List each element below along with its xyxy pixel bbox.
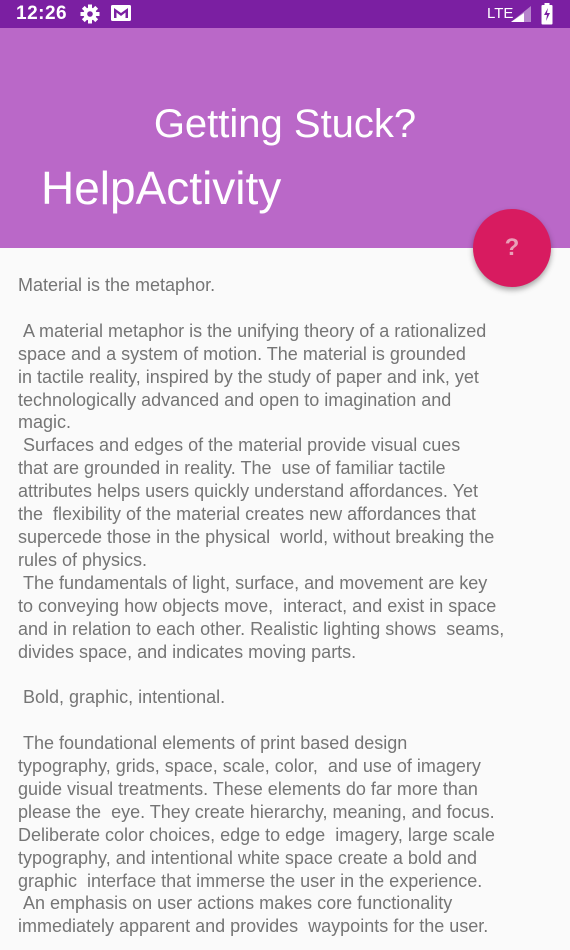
mail-icon bbox=[110, 4, 132, 22]
status-bar: 12:26 LTE bbox=[0, 0, 570, 28]
toolbar-title: Getting Stuck? bbox=[153, 102, 417, 146]
activity-title: HelpActivity bbox=[41, 162, 282, 214]
help-screen: 12:26 LTE Getting Stuck? HelpActivity ? … bbox=[0, 0, 570, 950]
signal-icon bbox=[510, 5, 532, 23]
battery-icon bbox=[541, 3, 553, 25]
status-time: 12:26 bbox=[16, 3, 68, 24]
gear-icon bbox=[80, 4, 100, 24]
help-body-text: Material is the metaphor. A material met… bbox=[18, 275, 505, 937]
